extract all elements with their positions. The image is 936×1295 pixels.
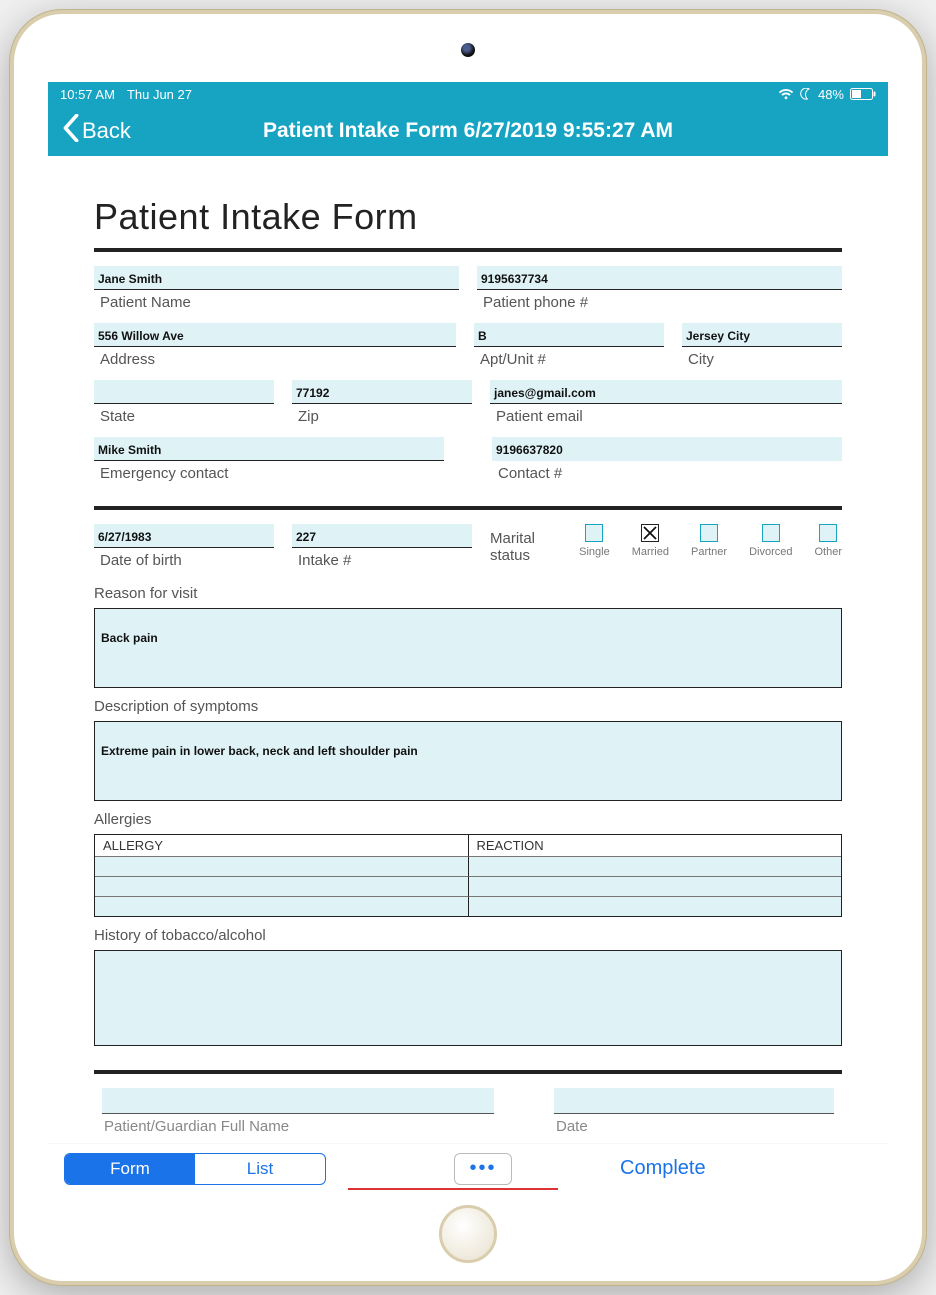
marital-status-label: Marital status <box>490 524 555 564</box>
emergency-phone-input[interactable]: 9196637820 <box>492 437 842 461</box>
more-button[interactable]: ••• <box>454 1153 512 1185</box>
divider <box>94 248 842 252</box>
chevron-left-icon <box>62 114 80 148</box>
symptoms-label: Description of symptoms <box>94 698 842 715</box>
do-not-disturb-icon <box>800 88 812 100</box>
marital-option-label: Other <box>814 546 842 558</box>
allergies-label: Allergies <box>94 811 842 828</box>
home-button[interactable] <box>439 1205 497 1263</box>
divider <box>94 1070 842 1074</box>
table-row[interactable] <box>95 896 841 916</box>
emergency-contact-label: Emergency contact <box>94 461 444 488</box>
patient-name-input[interactable]: Jane Smith <box>94 266 459 290</box>
marital-checkbox-other[interactable] <box>819 524 837 542</box>
email-label: Patient email <box>490 404 842 431</box>
allergies-table[interactable]: ALLERGY REACTION <box>94 834 842 917</box>
dob-input[interactable]: 6/27/1983 <box>94 524 274 548</box>
view-segmented: Form List <box>64 1153 326 1185</box>
wifi-icon <box>778 88 794 100</box>
marital-option-label: Single <box>579 546 610 558</box>
battery-icon <box>850 88 876 100</box>
status-bar: 10:57 AM Thu Jun 27 48% <box>48 82 888 106</box>
allergies-col-reaction: REACTION <box>469 835 842 856</box>
apt-label: Apt/Unit # <box>474 347 664 374</box>
emergency-contact-input[interactable]: Mike Smith <box>94 437 444 461</box>
marital-checkbox-partner[interactable] <box>700 524 718 542</box>
table-row[interactable] <box>95 856 841 876</box>
tab-form[interactable]: Form <box>65 1154 195 1184</box>
reason-label: Reason for visit <box>94 585 842 602</box>
email-input[interactable]: janes@gmail.com <box>490 380 842 404</box>
emergency-phone-label: Contact # <box>492 461 842 488</box>
state-input[interactable] <box>94 380 274 404</box>
status-date: Thu Jun 27 <box>127 87 192 102</box>
battery-percent: 48% <box>818 87 844 102</box>
apt-input[interactable]: B <box>474 323 664 347</box>
marital-option-label: Partner <box>691 546 727 558</box>
city-label: City <box>682 347 842 374</box>
allergies-col-allergy: ALLERGY <box>95 835 469 856</box>
reason-input[interactable]: Back pain <box>94 608 842 688</box>
page-title: Patient Intake Form 6/27/2019 9:55:27 AM <box>263 119 673 143</box>
form-title: Patient Intake Form <box>94 196 842 238</box>
marital-option-label: Divorced <box>749 546 792 558</box>
marital-checkbox-single[interactable] <box>585 524 603 542</box>
nav-bar: Back Patient Intake Form 6/27/2019 9:55:… <box>48 106 888 156</box>
state-label: State <box>94 404 274 431</box>
zip-label: Zip <box>292 404 472 431</box>
marital-checkbox-divorced[interactable] <box>762 524 780 542</box>
zip-input[interactable]: 77192 <box>292 380 472 404</box>
back-label: Back <box>82 118 131 144</box>
table-row[interactable] <box>95 876 841 896</box>
divider <box>94 506 842 510</box>
back-button[interactable]: Back <box>62 114 131 148</box>
marital-option-label: Married <box>632 546 669 558</box>
complete-button[interactable]: Complete <box>620 1157 706 1180</box>
ipad-frame: 10:57 AM Thu Jun 27 48% <box>10 10 926 1285</box>
signature-date-input[interactable] <box>554 1088 834 1114</box>
intake-label: Intake # <box>292 548 472 575</box>
symptoms-input[interactable]: Extreme pain in lower back, neck and lef… <box>94 721 842 801</box>
signature-date-label: Date <box>554 1114 834 1139</box>
screen: 10:57 AM Thu Jun 27 48% <box>48 82 888 1193</box>
address-label: Address <box>94 347 456 374</box>
camera-icon <box>461 43 475 57</box>
patient-name-label: Patient Name <box>94 290 459 317</box>
dob-label: Date of birth <box>94 548 274 575</box>
city-input[interactable]: Jersey City <box>682 323 842 347</box>
tab-list[interactable]: List <box>195 1154 325 1184</box>
guardian-name-input[interactable] <box>102 1088 494 1114</box>
indicator-line <box>348 1188 558 1190</box>
bottom-toolbar: Form List ••• Complete <box>48 1143 888 1193</box>
status-time: 10:57 AM <box>60 87 115 102</box>
guardian-name-label: Patient/Guardian Full Name <box>102 1114 494 1139</box>
history-input[interactable] <box>94 950 842 1046</box>
history-label: History of tobacco/alcohol <box>94 927 842 944</box>
patient-phone-label: Patient phone # <box>477 290 842 317</box>
marital-checkbox-married[interactable] <box>641 524 659 542</box>
address-input[interactable]: 556 Willow Ave <box>94 323 456 347</box>
patient-phone-input[interactable]: 9195637734 <box>477 266 842 290</box>
content: Patient Intake Form Jane Smith Patient N… <box>48 156 888 1193</box>
intake-input[interactable]: 227 <box>292 524 472 548</box>
